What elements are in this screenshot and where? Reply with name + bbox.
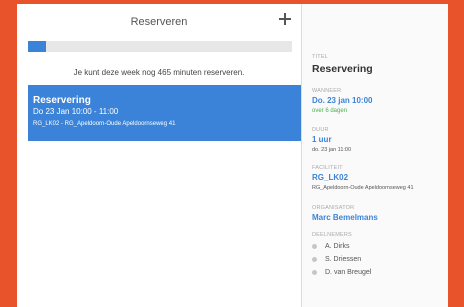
participant-name: S. Driessen (325, 256, 362, 263)
page-title: Reserveren (130, 16, 188, 28)
organizer-label: ORGANISATOR (312, 205, 355, 211)
facility-address: RG_Apeldoorn-Oude Apeldoornseweg 41 (312, 185, 414, 191)
reservation-title: Reservering (33, 95, 91, 106)
reservations-panel: Reserveren Je kunt deze week nog 465 min… (17, 4, 301, 307)
details-panel: TITEL Reservering WANNEER Do. 23 jan 10:… (302, 4, 448, 307)
when-relative: over 6 dagen (312, 108, 348, 114)
participant-dot-icon (312, 257, 317, 262)
add-reservation-button[interactable] (277, 11, 293, 27)
app-window: Reserveren Je kunt deze week nog 465 min… (17, 4, 448, 307)
participant-item: A. Dirks (312, 243, 350, 250)
reservation-time: Do 23 Jan 10:00 - 11:00 (33, 107, 119, 116)
panel-header: Reserveren (17, 4, 301, 34)
quota-progress-fill (28, 41, 47, 52)
participant-name: D. van Breugel (325, 269, 372, 276)
reservation-location: RG_LK02 - RG_Apeldoorn-Oude Apeldoornsew… (33, 121, 176, 127)
participant-name: A. Dirks (325, 243, 350, 250)
title-value: Reservering (312, 63, 373, 75)
participant-dot-icon (312, 270, 317, 275)
when-label: WANNEER (312, 88, 342, 94)
facility-value[interactable]: RG_LK02 (312, 173, 348, 182)
participants-label: DEELNEMERS (312, 232, 352, 238)
participant-dot-icon (312, 244, 317, 249)
when-value[interactable]: Do. 23 jan 10:00 (312, 96, 372, 105)
quota-text: Je kunt deze week nog 465 minuten reserv… (73, 68, 245, 77)
duration-label: DUUR (312, 127, 329, 133)
reservation-list-item[interactable]: Reservering Do 23 Jan 10:00 - 11:00 RG_L… (28, 85, 301, 141)
title-label: TITEL (312, 54, 328, 60)
duration-end: do. 23 jan 11:00 (312, 147, 352, 153)
quota-progress-bar (28, 41, 292, 52)
duration-value[interactable]: 1 uur (312, 135, 332, 144)
participant-item: S. Driessen (312, 256, 361, 263)
facility-label: FACILITEIT (312, 165, 343, 171)
participant-item: D. van Breugel (312, 269, 371, 276)
organizer-value[interactable]: Marc Bemelmans (312, 213, 378, 222)
